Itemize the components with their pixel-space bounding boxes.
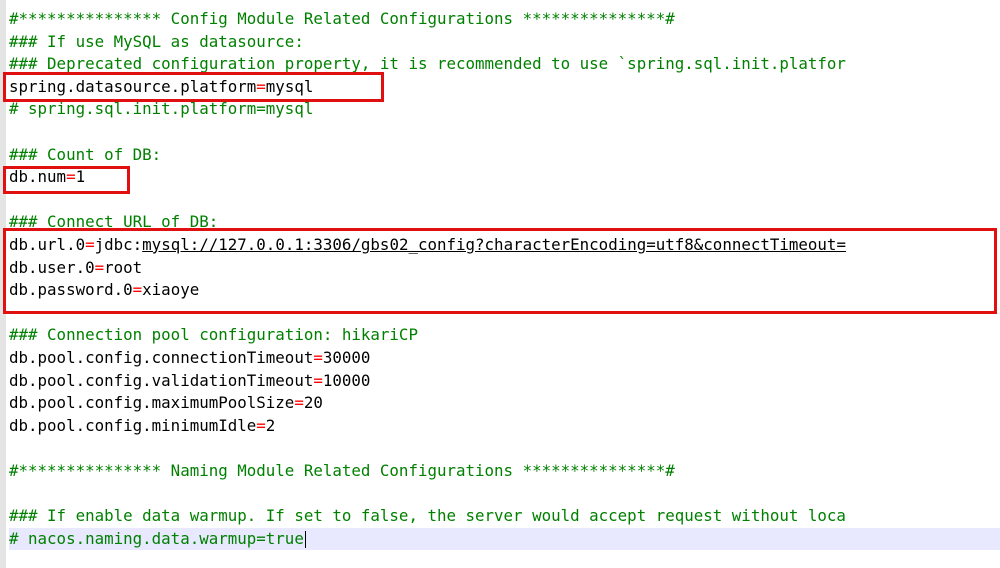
equals-operator: = [132,280,143,300]
comment-text: # spring.sql.init.platform=mysql [9,99,314,119]
code-line[interactable] [9,482,1000,505]
equals-operator: = [313,347,323,367]
equals-operator: = [85,234,95,254]
equals-operator: = [256,76,266,96]
code-line[interactable]: spring.datasource.platform=mysql [9,76,1000,99]
property-value: 1 [75,167,86,187]
property-value: mysql [265,76,314,96]
property-key: db.url.0 [9,234,86,254]
property-value: jdbc: [94,234,143,254]
code-line[interactable]: ### Deprecated configuration property, i… [9,53,1000,76]
equals-operator: = [313,370,323,390]
property-value: 2 [265,415,276,435]
comment-text: ### Connect URL of DB: [9,212,219,232]
property-key: db.pool.config.maximumPoolSize [9,393,295,413]
comment-text: ### Count of DB: [9,144,162,164]
code-line[interactable]: ### If use MySQL as datasource: [9,31,1000,54]
property-value: 20 [303,393,323,413]
text-cursor [304,530,306,548]
comment-text: ### If enable data warmup. If set to fal… [9,506,846,526]
code-line[interactable] [9,302,1000,325]
property-key: db.num [9,167,67,187]
comment-text: ### Connection pool configuration: hikar… [9,325,418,345]
comment-text: ### If use MySQL as datasource: [9,31,304,51]
comment-text: #*************** Naming Module Related C… [9,460,675,480]
code-line[interactable]: ### Connect URL of DB: [9,211,1000,234]
code-line[interactable]: db.pool.config.minimumIdle=2 [9,415,1000,438]
property-key: db.pool.config.validationTimeout [9,370,314,390]
property-key: db.user.0 [9,257,95,277]
property-value-link[interactable]: mysql://127.0.0.1:3306/gbs02_config?char… [142,235,846,254]
code-line[interactable]: db.num=1 [9,166,1000,189]
property-key: db.password.0 [9,280,133,300]
property-value: 10000 [322,370,371,390]
code-line[interactable]: db.pool.config.maximumPoolSize=20 [9,392,1000,415]
code-line[interactable]: db.pool.config.validationTimeout=10000 [9,370,1000,393]
text-editor[interactable]: #*************** Config Module Related C… [0,0,1000,568]
property-key: db.pool.config.minimumIdle [9,415,257,435]
code-line[interactable]: #*************** Config Module Related C… [9,8,1000,31]
editor-margin [0,0,6,568]
code-line[interactable]: db.url.0=jdbc:mysql://127.0.0.1:3306/gbs… [9,234,1000,257]
code-line[interactable]: db.password.0=xiaoye [9,279,1000,302]
code-line[interactable]: ### Connection pool configuration: hikar… [9,324,1000,347]
code-line[interactable]: # spring.sql.init.platform=mysql [9,98,1000,121]
equals-operator: = [256,415,266,435]
code-line[interactable] [9,121,1000,144]
code-line-current[interactable]: # nacos.naming.data.warmup=true [9,527,1000,551]
equals-operator: = [66,167,76,187]
code-line[interactable] [9,437,1000,460]
property-value: root [104,257,143,277]
code-line[interactable]: #*************** Naming Module Related C… [9,460,1000,483]
equals-operator: = [94,257,105,277]
code-line[interactable]: db.user.0=root [9,257,1000,280]
property-key: spring.datasource.platform [9,76,257,96]
editor-lines[interactable]: #*************** Config Module Related C… [9,8,1000,551]
property-value: xiaoye [142,280,200,300]
property-value: 30000 [322,347,371,367]
code-line[interactable]: ### Count of DB: [9,144,1000,167]
code-line[interactable]: ### If enable data warmup. If set to fal… [9,505,1000,528]
property-key: db.pool.config.connectionTimeout [9,347,314,367]
code-line[interactable] [9,189,1000,212]
comment-text: #*************** Config Module Related C… [9,9,675,28]
comment-text: ### Deprecated configuration property, i… [9,54,846,74]
code-line[interactable]: db.pool.config.connectionTimeout=30000 [9,347,1000,370]
comment-text: # nacos.naming.data.warmup=true [9,528,304,548]
equals-operator: = [294,393,304,413]
